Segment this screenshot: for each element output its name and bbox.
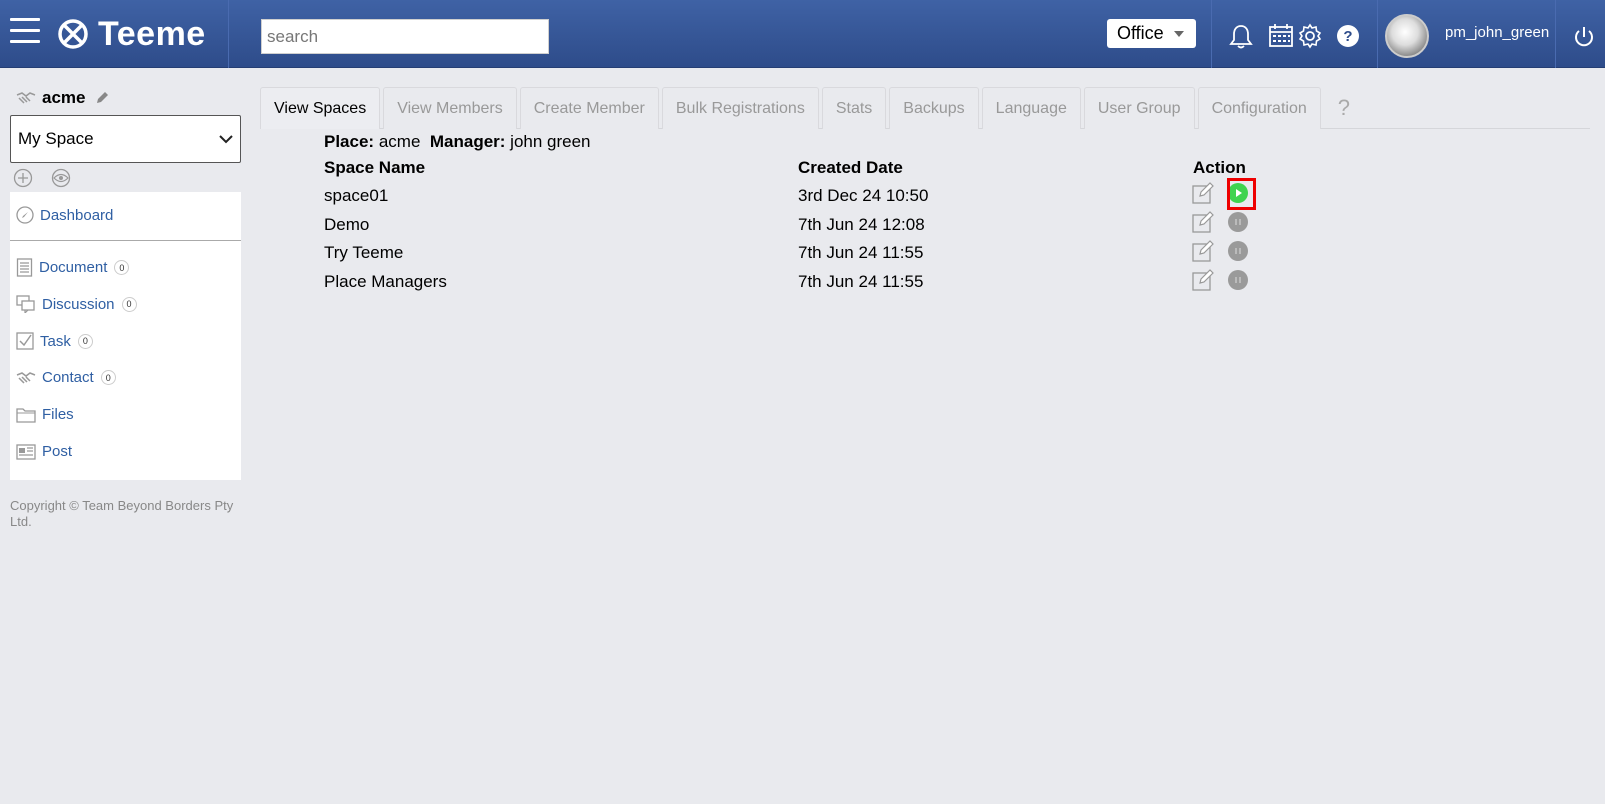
count-badge: 0 [114,260,130,275]
space-name: space01 [324,186,389,205]
space-name: Demo [324,215,370,234]
sidebar-item-label: Files [42,406,74,423]
place-value: acme [378,132,421,151]
space-select-value: My Space [18,129,94,148]
place-info: Place: acme Manager: john green [324,132,591,152]
folder-icon [16,407,36,423]
teeme-logo-icon [58,19,88,49]
tab-help-icon[interactable]: ? [1338,95,1350,121]
sidebar-item-document[interactable]: Document 0 [16,258,130,277]
sidebar-item-dashboard[interactable]: Dashboard [16,206,113,224]
pause-icon[interactable] [1228,212,1248,232]
edit-icon[interactable] [1192,211,1214,233]
tab-create-member[interactable]: Create Member [519,87,659,129]
tab-view-members[interactable]: View Members [383,87,517,129]
user-avatar[interactable] [1385,14,1429,58]
divider [1211,0,1212,68]
highlight-box [1227,178,1256,210]
tab-stats[interactable]: Stats [821,87,887,129]
place-label: Place: [324,132,375,151]
handshake-icon [16,371,36,384]
place-header: acme [16,88,109,108]
space-name: Try Teeme [324,243,404,262]
logo-text: Teeme [98,14,206,53]
calendar-icon[interactable] [1268,23,1294,49]
created-date: 7th Jun 24 11:55 [798,243,924,262]
manager-value: john green [510,132,591,151]
search-input[interactable] [261,19,549,54]
column-header-action: Action [1193,158,1246,177]
column-header-space-name: Space Name [324,158,426,177]
edit-icon[interactable] [1192,269,1214,291]
handshake-icon [16,92,36,104]
sidebar-item-label: Dashboard [40,206,114,224]
teeme-logo[interactable]: Teeme [56,12,206,56]
created-date: 7th Jun 24 12:08 [798,215,925,234]
tab-view-spaces[interactable]: View Spaces [260,87,381,129]
office-dropdown-label: Office [1117,23,1164,43]
count-badge: 0 [77,333,93,349]
space-select[interactable]: My Space [10,115,241,163]
created-date: 7th Jun 24 11:55 [798,272,924,291]
sidebar-item-label: Document [39,259,108,276]
tab-bulk-registrations[interactable]: Bulk Registrations [661,87,819,129]
pencil-icon[interactable] [95,91,109,105]
place-name: acme [42,88,86,107]
discussion-icon [16,295,35,313]
edit-icon[interactable] [1192,240,1214,262]
pause-icon[interactable] [1228,270,1248,290]
sidebar-item-label: Discussion [42,295,115,313]
gear-icon[interactable] [1297,23,1323,49]
caret-down-icon [1173,30,1184,37]
task-check-icon [16,332,34,350]
created-date: 3rd Dec 24 10:50 [798,186,929,205]
document-icon [16,258,33,277]
help-icon[interactable]: ? [1336,24,1360,48]
hamburger-menu-icon[interactable] [10,18,40,46]
username[interactable]: pm_john_green [1445,24,1549,41]
space-name: Place Managers [324,272,447,291]
sidebar-item-post[interactable]: Post [16,443,72,460]
sidebar-item-label: Contact [42,369,94,386]
tab-backups[interactable]: Backups [889,87,979,129]
pause-bars-icon [1235,219,1241,225]
sidebar-item-task[interactable]: Task 0 [16,332,93,350]
tab-bar: View Spaces View Members Create Member B… [260,87,1350,129]
chevron-down-icon [219,134,233,143]
sidebar-item-contact[interactable]: Contact 0 [16,369,116,386]
sidebar-menu: Dashboard Document 0 Discussion 0 Task 0… [10,192,241,480]
count-badge: 0 [121,296,137,312]
add-circle-icon[interactable] [13,168,33,188]
post-icon [16,443,36,460]
divider [228,0,229,68]
tab-user-group[interactable]: User Group [1083,87,1195,129]
edit-icon[interactable] [1192,182,1214,204]
divider [1555,0,1556,68]
power-icon[interactable] [1573,25,1595,49]
eye-icon[interactable] [51,168,71,188]
compass-icon [16,206,34,224]
pause-bars-icon [1235,277,1241,283]
space-actions [13,168,71,188]
column-header-created-date: Created Date [798,158,903,177]
divider [1377,0,1378,68]
office-dropdown[interactable]: Office [1107,19,1196,48]
tab-language[interactable]: Language [981,87,1081,129]
sidebar-item-label: Task [40,332,71,350]
count-badge: 0 [100,370,116,385]
manager-label: Manager: [429,132,506,151]
divider [10,240,241,241]
copyright-text: Copyright © Team Beyond Borders Pty Ltd. [10,498,234,529]
top-header: Teeme Office ? pm_john_green [0,0,1605,68]
pause-bars-icon [1235,248,1241,254]
tab-configuration[interactable]: Configuration [1197,87,1321,129]
sidebar-item-files[interactable]: Files [16,406,74,423]
sidebar-item-discussion[interactable]: Discussion 0 [16,295,137,313]
svg-text:?: ? [1343,28,1352,45]
pause-icon[interactable] [1228,241,1248,261]
sidebar-item-label: Post [42,443,73,460]
bell-icon[interactable] [1229,24,1253,50]
